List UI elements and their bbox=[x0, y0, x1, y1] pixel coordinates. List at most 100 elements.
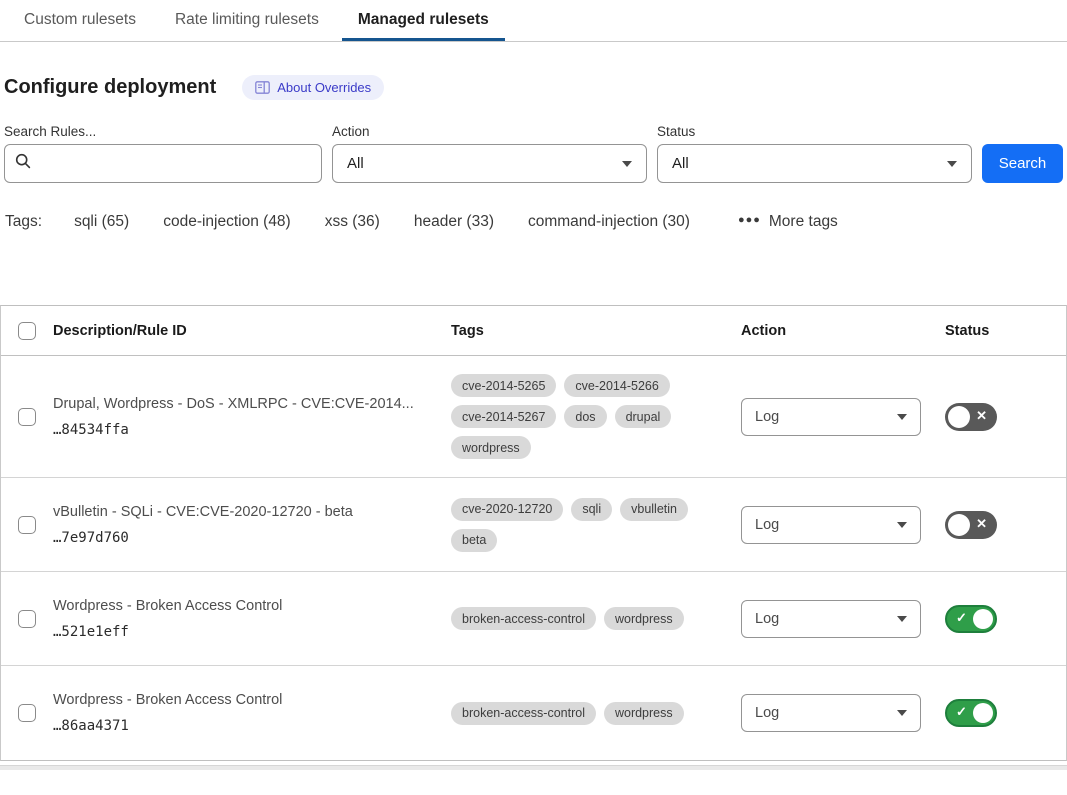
tag-filter-link[interactable]: header (33) bbox=[414, 213, 494, 230]
rule-id: …84534ffa bbox=[53, 422, 437, 438]
action-dropdown[interactable]: Log bbox=[741, 600, 921, 638]
tag-filter-link[interactable]: code-injection (48) bbox=[163, 213, 291, 230]
x-icon: ✕ bbox=[976, 408, 987, 424]
action-dropdown-value: Log bbox=[755, 705, 779, 721]
status-toggle[interactable]: ✓ ✕ bbox=[945, 699, 997, 727]
rule-tags-cell: cve-2014-5265cve-2014-5266cve-2014-5267d… bbox=[451, 374, 741, 459]
page-title: Configure deployment bbox=[4, 76, 216, 99]
tag-badge: drupal bbox=[615, 405, 672, 428]
action-dropdown-value: Log bbox=[755, 611, 779, 627]
action-filter-value: All bbox=[347, 155, 364, 172]
more-tags-button[interactable]: ●●● More tags bbox=[738, 213, 838, 231]
status-toggle[interactable]: ✓ ✕ bbox=[945, 605, 997, 633]
rule-id: …7e97d760 bbox=[53, 530, 437, 546]
search-field: Search Rules... bbox=[4, 124, 322, 183]
search-icon bbox=[15, 153, 31, 174]
tag-badge: broken-access-control bbox=[451, 702, 596, 725]
chevron-down-icon bbox=[897, 414, 907, 420]
action-dropdown[interactable]: Log bbox=[741, 506, 921, 544]
row-checkbox[interactable] bbox=[18, 704, 36, 722]
column-header-tags: Tags bbox=[451, 323, 741, 339]
rule-description-cell: vBulletin - SQLi - CVE:CVE-2020-12720 - … bbox=[53, 504, 451, 546]
heading-row: Configure deployment About Overrides bbox=[4, 75, 1067, 100]
table-footer-strip bbox=[0, 765, 1067, 770]
chevron-down-icon bbox=[897, 522, 907, 528]
column-header-action: Action bbox=[741, 323, 945, 339]
rule-description: Wordpress - Broken Access Control bbox=[53, 598, 437, 614]
tab-managed-rulesets[interactable]: Managed rulesets bbox=[342, 0, 505, 41]
chevron-down-icon bbox=[897, 616, 907, 622]
chevron-down-icon bbox=[897, 710, 907, 716]
rules-table: Description/Rule ID Tags Action Status D… bbox=[0, 305, 1067, 761]
tag-badge: cve-2014-5265 bbox=[451, 374, 556, 397]
search-input[interactable] bbox=[39, 155, 311, 172]
about-overrides-label: About Overrides bbox=[277, 80, 371, 95]
rule-description-cell: Wordpress - Broken Access Control …521e1… bbox=[53, 598, 451, 640]
tag-badge: cve-2014-5266 bbox=[564, 374, 669, 397]
status-filter-select[interactable]: All bbox=[657, 144, 972, 183]
rule-id: …86aa4371 bbox=[53, 718, 437, 734]
status-toggle[interactable]: ✓ ✕ bbox=[945, 403, 997, 431]
tab-rate-limiting-rulesets[interactable]: Rate limiting rulesets bbox=[159, 0, 335, 41]
tag-links-container: sqli (65) code-injection (48) xss (36) head… bbox=[74, 213, 724, 231]
search-button[interactable]: Search bbox=[982, 144, 1063, 183]
action-filter-select[interactable]: All bbox=[332, 144, 647, 183]
tag-badge: wordpress bbox=[604, 607, 684, 630]
row-checkbox[interactable] bbox=[18, 610, 36, 628]
tag-filter-link[interactable]: xss (36) bbox=[325, 213, 380, 230]
book-open-icon bbox=[255, 81, 270, 94]
action-filter-field: Action All bbox=[332, 124, 647, 183]
status-filter-field: Status All bbox=[657, 124, 972, 183]
table-row: vBulletin - SQLi - CVE:CVE-2020-12720 - … bbox=[1, 478, 1066, 572]
column-header-description: Description/Rule ID bbox=[53, 323, 451, 339]
tag-badge: wordpress bbox=[451, 436, 531, 459]
toggle-knob bbox=[973, 703, 993, 723]
ellipsis-icon: ●●● bbox=[738, 214, 761, 226]
rule-description: vBulletin - SQLi - CVE:CVE-2020-12720 - … bbox=[53, 504, 437, 520]
tag-badge: sqli bbox=[571, 498, 612, 521]
search-input-box[interactable] bbox=[4, 144, 322, 183]
check-icon: ✓ bbox=[956, 704, 967, 720]
table-header-row: Description/Rule ID Tags Action Status bbox=[1, 306, 1066, 356]
tag-badge: wordpress bbox=[604, 702, 684, 725]
status-toggle[interactable]: ✓ ✕ bbox=[945, 511, 997, 539]
rule-description: Wordpress - Broken Access Control bbox=[53, 692, 437, 708]
check-icon: ✓ bbox=[956, 610, 967, 626]
status-filter-label: Status bbox=[657, 124, 972, 139]
rule-description: Drupal, Wordpress - DoS - XMLRPC - CVE:C… bbox=[53, 396, 437, 412]
toggle-knob bbox=[948, 514, 970, 536]
toggle-knob bbox=[973, 609, 993, 629]
tags-bar: Tags: sqli (65)code-injection (48)xss (3… bbox=[5, 213, 1067, 231]
table-row: Wordpress - Broken Access Control …86aa4… bbox=[1, 666, 1066, 760]
tag-badge: cve-2020-12720 bbox=[451, 498, 563, 521]
select-all-checkbox[interactable] bbox=[18, 322, 36, 340]
table-row: Drupal, Wordpress - DoS - XMLRPC - CVE:C… bbox=[1, 356, 1066, 478]
action-dropdown-value: Log bbox=[755, 517, 779, 533]
row-checkbox[interactable] bbox=[18, 516, 36, 534]
chevron-down-icon bbox=[622, 161, 632, 167]
status-filter-value: All bbox=[672, 155, 689, 172]
tag-badge: dos bbox=[564, 405, 606, 428]
about-overrides-link[interactable]: About Overrides bbox=[242, 75, 384, 100]
x-icon: ✕ bbox=[976, 516, 987, 532]
table-body: Drupal, Wordpress - DoS - XMLRPC - CVE:C… bbox=[1, 356, 1066, 760]
action-filter-label: Action bbox=[332, 124, 647, 139]
tag-filter-link[interactable]: command-injection (30) bbox=[528, 213, 690, 230]
tag-badge: beta bbox=[451, 529, 497, 552]
tag-badge: broken-access-control bbox=[451, 607, 596, 630]
tab-custom-rulesets[interactable]: Custom rulesets bbox=[8, 0, 152, 41]
tag-filter-link[interactable]: sqli (65) bbox=[74, 213, 129, 230]
rule-description-cell: Wordpress - Broken Access Control …86aa4… bbox=[53, 692, 451, 734]
search-label: Search Rules... bbox=[4, 124, 322, 139]
action-dropdown-value: Log bbox=[755, 409, 779, 425]
chevron-down-icon bbox=[947, 161, 957, 167]
rule-description-cell: Drupal, Wordpress - DoS - XMLRPC - CVE:C… bbox=[53, 396, 451, 438]
action-dropdown[interactable]: Log bbox=[741, 398, 921, 436]
rule-id: …521e1eff bbox=[53, 624, 437, 640]
table-row: Wordpress - Broken Access Control …521e1… bbox=[1, 572, 1066, 666]
more-tags-label: More tags bbox=[769, 213, 838, 231]
action-dropdown[interactable]: Log bbox=[741, 694, 921, 732]
rule-tags-cell: broken-access-control wordpress bbox=[451, 702, 741, 725]
toggle-knob bbox=[948, 406, 970, 428]
row-checkbox[interactable] bbox=[18, 408, 36, 426]
